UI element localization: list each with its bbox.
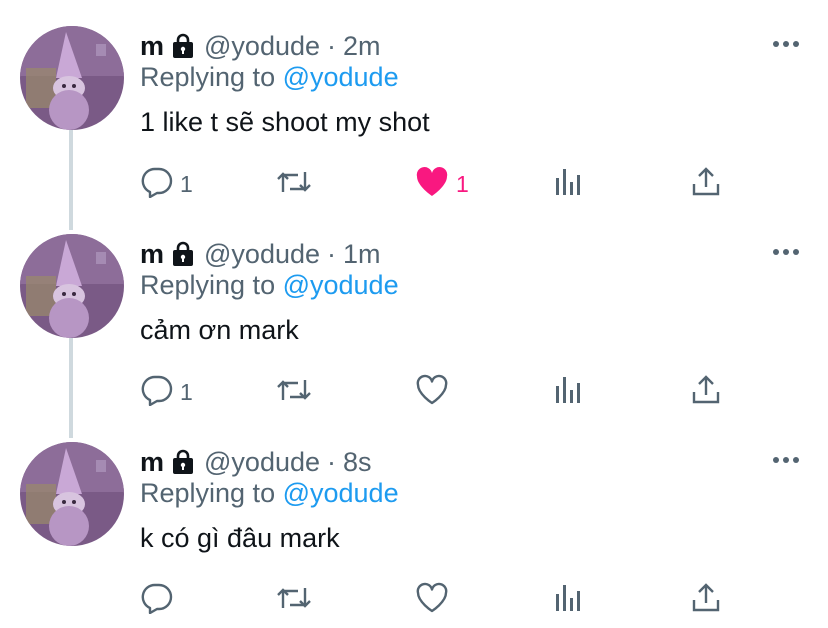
avatar[interactable] xyxy=(20,26,124,130)
replying-to-label: Replying to xyxy=(140,62,283,92)
share-button[interactable] xyxy=(690,164,722,204)
share-button[interactable] xyxy=(690,580,722,620)
tweet-thread: m @yodude · 2m Replying to @yodude 1 lik… xyxy=(0,0,828,628)
lock-icon xyxy=(170,241,196,267)
replying-to-line: Replying to @yodude xyxy=(140,270,399,301)
analytics-button[interactable] xyxy=(552,164,584,204)
tweet-header: m @yodude · 8s xyxy=(140,444,372,480)
avatar[interactable] xyxy=(20,234,124,338)
timestamp[interactable]: 1m xyxy=(343,239,381,270)
like-button[interactable]: 1 xyxy=(414,164,469,204)
tweet-text: 1 like t sẽ shoot my shot xyxy=(140,107,430,137)
replying-to-line: Replying to @yodude xyxy=(140,62,399,93)
more-icon[interactable] xyxy=(768,34,804,54)
heart-icon xyxy=(414,582,450,619)
share-icon xyxy=(690,374,722,411)
reply-button[interactable]: 1 xyxy=(140,372,193,412)
retweet-button[interactable] xyxy=(274,372,320,412)
stats-icon xyxy=(552,582,584,619)
reply-button[interactable] xyxy=(140,580,180,620)
replying-to-label: Replying to xyxy=(140,270,283,300)
reply-icon xyxy=(140,166,174,203)
retweet-icon xyxy=(274,374,314,411)
analytics-button[interactable] xyxy=(552,372,584,412)
reply-count: 1 xyxy=(180,378,193,405)
retweet-icon xyxy=(274,166,314,203)
user-handle[interactable]: @yodude xyxy=(204,447,320,478)
lock-icon xyxy=(170,33,196,59)
tweet[interactable]: m @yodude · 8s Replying to @yodude k có … xyxy=(0,416,828,624)
analytics-button[interactable] xyxy=(552,580,584,620)
share-button[interactable] xyxy=(690,372,722,412)
like-button[interactable] xyxy=(414,580,456,620)
avatar[interactable] xyxy=(20,442,124,546)
replying-to-label: Replying to xyxy=(140,478,283,508)
separator-dot: · xyxy=(327,238,337,269)
share-icon xyxy=(690,582,722,619)
tweet-header: m @yodude · 1m xyxy=(140,236,381,272)
tweet-text: k có gì đâu mark xyxy=(140,523,340,553)
separator-dot: · xyxy=(327,30,337,61)
display-name[interactable]: m xyxy=(140,447,164,478)
lock-icon xyxy=(170,449,196,475)
timestamp[interactable]: 2m xyxy=(343,31,381,62)
heart-icon xyxy=(414,166,450,203)
more-icon[interactable] xyxy=(768,242,804,262)
reply-button[interactable]: 1 xyxy=(140,164,193,204)
display-name[interactable]: m xyxy=(140,239,164,270)
like-count: 1 xyxy=(456,170,469,197)
retweet-button[interactable] xyxy=(274,580,320,620)
timestamp[interactable]: 8s xyxy=(343,447,372,478)
tweet[interactable]: m @yodude · 2m Replying to @yodude 1 lik… xyxy=(0,0,828,208)
separator-dot: · xyxy=(327,446,337,477)
replying-to-mention[interactable]: @yodude xyxy=(283,478,399,508)
reply-icon xyxy=(140,374,174,411)
more-icon[interactable] xyxy=(768,450,804,470)
replying-to-mention[interactable]: @yodude xyxy=(283,62,399,92)
heart-icon xyxy=(414,374,450,411)
tweet-text: cảm ơn mark xyxy=(140,315,299,345)
stats-icon xyxy=(552,166,584,203)
user-handle[interactable]: @yodude xyxy=(204,239,320,270)
tweet-header: m @yodude · 2m xyxy=(140,28,381,64)
stats-icon xyxy=(552,374,584,411)
replying-to-line: Replying to @yodude xyxy=(140,478,399,509)
reply-icon xyxy=(140,582,174,619)
display-name[interactable]: m xyxy=(140,31,164,62)
reply-count: 1 xyxy=(180,170,193,197)
tweet[interactable]: m @yodude · 1m Replying to @yodude cảm ơ… xyxy=(0,208,828,416)
user-handle[interactable]: @yodude xyxy=(204,31,320,62)
share-icon xyxy=(690,166,722,203)
retweet-button[interactable] xyxy=(274,164,320,204)
like-button[interactable] xyxy=(414,372,456,412)
retweet-icon xyxy=(274,582,314,619)
replying-to-mention[interactable]: @yodude xyxy=(283,270,399,300)
